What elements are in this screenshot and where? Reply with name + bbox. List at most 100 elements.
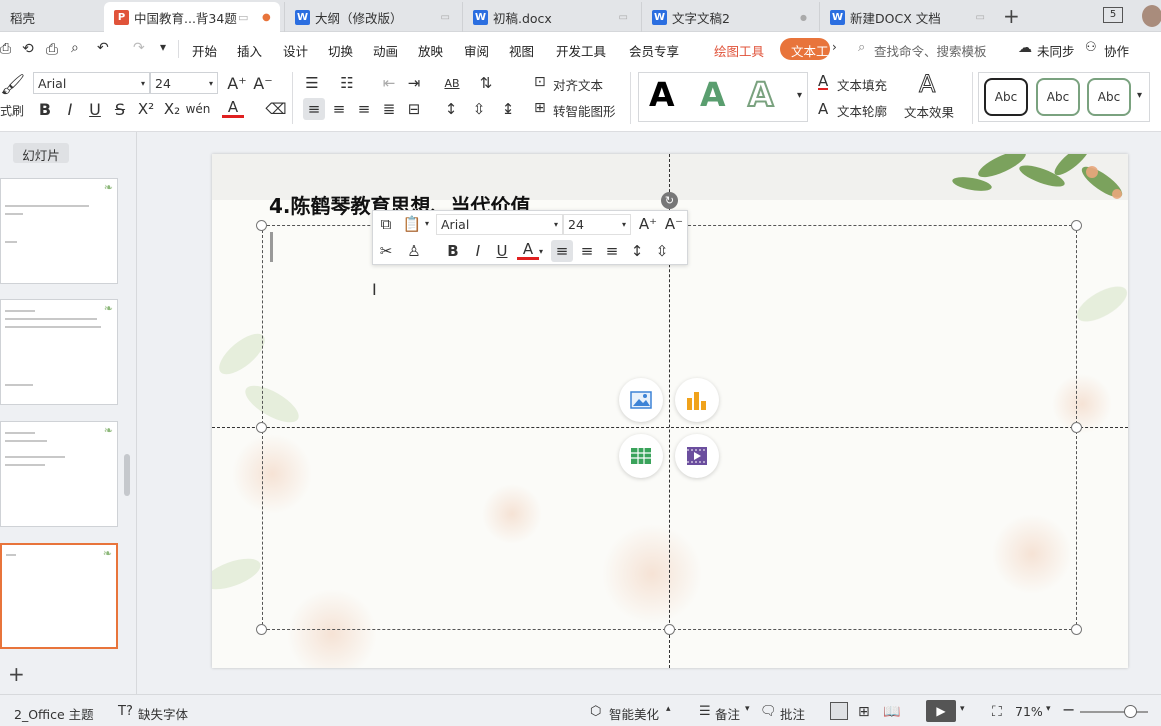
menu-review[interactable]: 审阅 [464,41,489,60]
format-painter-label[interactable]: 式刷 [0,102,24,119]
sync-status[interactable]: 未同步 [1037,41,1075,60]
font-name-select[interactable]: Arial ▾ [33,72,150,94]
tab-presentation[interactable]: P 中国教育...背34题 ▭ ● [104,2,280,32]
resize-handle[interactable] [256,422,267,433]
pin-icon[interactable]: ▭ [619,12,628,23]
decrease-font-icon[interactable]: A⁻ [663,213,685,235]
shape-style-gallery[interactable]: Abc Abc Abc ▾ [978,72,1150,122]
menu-member[interactable]: 会员专享 [629,41,679,60]
subscript-icon[interactable]: X₂ [161,98,183,120]
smart-beautify-button[interactable]: 智能美化 [609,704,659,723]
resize-handle[interactable] [1071,220,1082,231]
rotate-handle-icon[interactable]: ↻ [661,192,678,209]
font-size-select[interactable]: 24 ▾ [150,72,218,94]
chevron-down-icon[interactable]: ▾ [1046,704,1051,714]
missing-font-button[interactable]: 缺失字体 [138,704,188,723]
chevron-down-icon[interactable]: ▾ [745,704,750,714]
chevron-down-icon[interactable]: ▾ [960,704,965,714]
superscript-icon[interactable]: X² [135,98,157,120]
insert-video-button[interactable] [675,434,719,478]
text-outline-button[interactable]: 文本轮廓 [837,101,887,120]
resize-handle[interactable] [1071,624,1082,635]
justify-icon[interactable]: ≣ [378,98,400,120]
undo-history-icon[interactable]: ⎙ [0,41,11,57]
slides-tab[interactable]: 幻灯片 [13,143,69,163]
play-slideshow-icon[interactable]: ▶ [926,700,956,722]
print-icon[interactable]: ⎙ [46,40,58,58]
resize-handle[interactable] [256,220,267,231]
wordart-style-green[interactable]: A [700,75,726,114]
chevron-right-icon[interactable]: › [832,40,837,54]
gallery-expand-icon[interactable]: ▾ [797,90,802,101]
font-color-dropdown-icon[interactable]: ▾ [539,247,543,256]
increase-font-icon[interactable]: A⁺ [637,213,659,235]
cut-icon[interactable]: ✂ [375,240,397,262]
line-spacing-icon[interactable]: ↕ [626,240,648,262]
tab-outline-doc[interactable]: W 大纲（修改版） ▭ [284,2,460,32]
menu-text-tool[interactable]: 文本工 [780,38,830,60]
menu-animation[interactable]: 动画 [373,41,398,60]
mini-font-size-select[interactable]: 24 ▾ [563,214,631,235]
align-center-icon[interactable]: ≡ [328,98,350,120]
menu-insert[interactable]: 插入 [237,41,262,60]
spacing-dropdown-icon[interactable]: ↨ [497,98,519,120]
slide-thumbnail-selected[interactable]: ❧ [0,543,118,649]
align-right-icon[interactable]: ≡ [601,240,623,262]
menu-developer[interactable]: 开发工具 [556,41,606,60]
line-spacing-icon[interactable]: ↕ [440,98,462,120]
italic-icon[interactable]: I [59,98,81,120]
clear-format-icon[interactable]: ⌫ [265,98,287,120]
comment-button[interactable]: 批注 [780,704,805,723]
grid-view-icon[interactable]: ⊞ [858,704,870,720]
italic-icon[interactable]: I [467,240,489,262]
distribute-icon[interactable]: ⊟ [403,98,425,120]
pin-icon[interactable]: ▭ [441,12,450,23]
copy-icon[interactable]: ⧉ [375,213,397,235]
zoom-slider-track[interactable] [1080,711,1148,713]
redo-icon[interactable]: ↷ [133,40,145,56]
command-search-input[interactable]: 查找命令、搜索模板 [874,41,987,60]
pin-icon[interactable]: ▭ [976,12,985,23]
decrease-indent-icon[interactable]: ⇤ [378,72,400,94]
chevron-up-icon[interactable]: ▴ [666,704,671,714]
fit-window-icon[interactable]: ⛶ [992,704,1002,720]
insert-table-button[interactable] [619,434,663,478]
tab-new-docx[interactable]: W 新建DOCX 文档 ▭ [819,2,995,32]
pin-icon[interactable]: ▭ [238,11,248,24]
menu-drawing-tool[interactable]: 绘图工具 [714,41,764,60]
tab-daoke[interactable]: 稻壳 [0,2,100,32]
insert-picture-button[interactable] [619,378,663,422]
resize-handle[interactable] [256,624,267,635]
decrease-font-icon[interactable]: A⁻ [252,72,274,94]
paste-dropdown-icon[interactable]: ▾ [425,219,429,228]
shape-style-1[interactable]: Abc [984,78,1028,116]
increase-font-icon[interactable]: A⁺ [226,72,248,94]
menu-home[interactable]: 开始 [192,41,217,60]
panel-scrollbar[interactable] [124,454,130,496]
underline-icon[interactable]: U [84,98,106,120]
shape-style-3[interactable]: Abc [1087,78,1131,116]
wordart-style-outline[interactable]: A [747,74,775,115]
font-color-icon[interactable]: A [517,240,539,260]
normal-view-icon[interactable] [830,702,848,720]
resize-handle[interactable] [664,624,675,635]
align-right-icon[interactable]: ≡ [353,98,375,120]
reading-view-icon[interactable]: 📖 [883,704,900,720]
resize-handle[interactable] [1071,422,1082,433]
paragraph-spacing-icon[interactable]: ⇳ [651,240,673,262]
underline-icon[interactable]: U [491,240,513,262]
align-center-icon[interactable]: ≡ [576,240,598,262]
align-left-icon[interactable]: ≡ [551,240,573,262]
bold-icon[interactable]: B [34,98,56,120]
slide-thumbnail[interactable]: ❧ [0,299,118,405]
theme-name[interactable]: 2_Office 主题 [14,704,94,723]
text-effect-button[interactable]: 文本效果 [904,102,954,121]
bold-icon[interactable]: B [442,240,464,262]
tab-text-doc2[interactable]: W 文字文稿2 ● [641,2,817,32]
wordart-style-black[interactable]: A [649,75,675,114]
menu-view[interactable]: 视图 [509,41,534,60]
slide-thumbnail[interactable]: ❧ [0,421,118,527]
align-text-button[interactable]: 对齐文本 [553,75,603,94]
insert-chart-button[interactable] [675,378,719,422]
phonetic-icon[interactable]: wén [186,98,211,120]
